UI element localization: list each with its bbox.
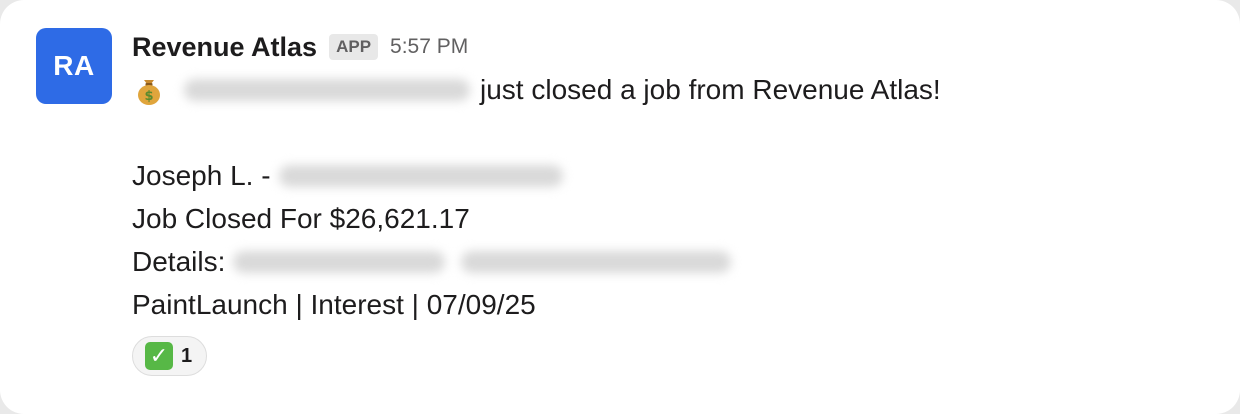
avatar[interactable]: RA [36,28,112,104]
details-line: Details: [132,240,1212,283]
app-badge: APP [329,34,379,60]
headline-text: just closed a job from Revenue Atlas! [480,74,941,105]
timestamp[interactable]: 5:57 PM [390,35,468,59]
money-bag-icon: $ [132,73,166,107]
reaction-count: 1 [181,344,193,367]
source-text: PaintLaunch | Interest | 07/09/25 [132,289,536,320]
headline-line: $ just closed a job from Revenue Atlas! [132,68,1212,111]
redacted-name [184,78,470,101]
job-closed-text: Job Closed For $26,621.17 [132,203,470,234]
redacted-rep-contact [278,164,563,187]
sender-name[interactable]: Revenue Atlas [132,32,317,63]
job-closed-line: Job Closed For $26,621.17 [132,197,1212,240]
redacted-details-phone [233,250,446,273]
reaction-check-button[interactable]: ✓ 1 [132,336,208,376]
rep-label: Joseph L. - [132,160,271,191]
source-line: PaintLaunch | Interest | 07/09/25 [132,283,1212,326]
message-card: RA Revenue Atlas APP 5:57 PM $ just clos… [0,0,1240,414]
message-header: Revenue Atlas APP 5:57 PM [132,26,1212,68]
rep-line: Joseph L. - [132,154,1212,197]
details-label: Details: [132,246,226,277]
svg-text:$: $ [144,89,153,104]
white-check-mark-icon: ✓ [145,342,173,370]
redacted-details-email [461,250,732,273]
message-content: Revenue Atlas APP 5:57 PM $ just closed … [132,26,1212,376]
